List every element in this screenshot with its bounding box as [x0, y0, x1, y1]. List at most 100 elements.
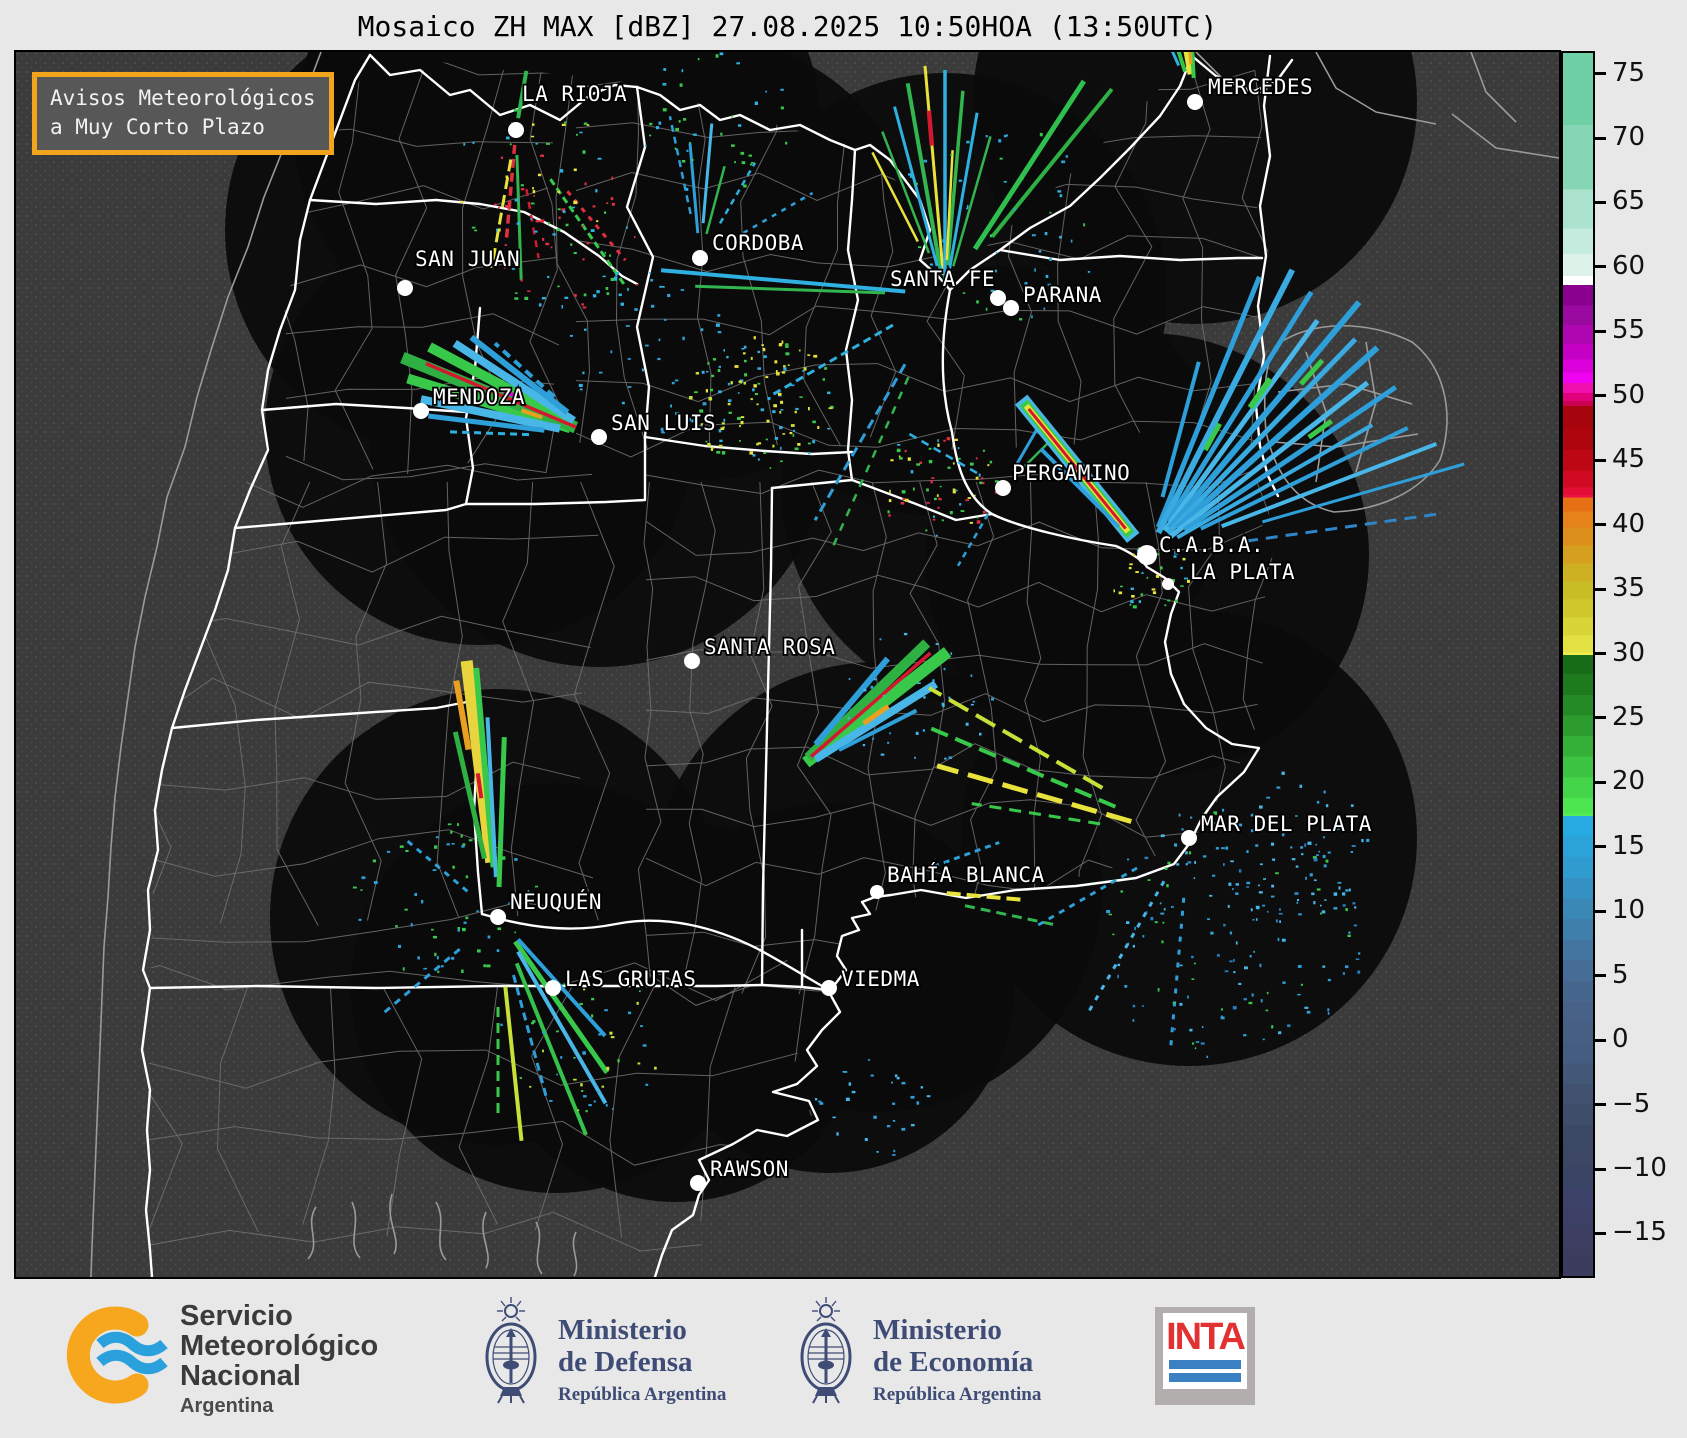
colorbar-tick-label: 10	[1612, 895, 1646, 926]
colorbar-tick	[1595, 1103, 1606, 1107]
smn-line4: Argentina	[180, 1395, 274, 1418]
city-dot	[591, 429, 607, 445]
city-label: PARANA	[1023, 283, 1102, 307]
colorbar-tick-label: 45	[1612, 444, 1646, 475]
city-label: PERGAMINO	[1012, 461, 1130, 485]
city-label: LAS GRUTAS	[565, 967, 696, 991]
colorbar-tick	[1595, 974, 1606, 978]
colorbar-tick-label: 5	[1612, 959, 1629, 990]
colorbar-tick-label: 25	[1612, 701, 1646, 732]
colorbar-tick-label: 40	[1612, 508, 1646, 539]
smn-logo-text: Servicio Meteorológico Nacional Argentin…	[180, 1301, 378, 1418]
city-label: MENDOZA	[433, 385, 525, 409]
colorbar-tick	[1595, 72, 1606, 76]
colorbar-tick-label: −5	[1612, 1088, 1651, 1119]
city-dot	[413, 403, 429, 419]
city-dot	[684, 653, 700, 669]
colorbar-tick-label: 30	[1612, 637, 1646, 668]
city-dot	[1003, 300, 1019, 316]
colorbar-tick	[1595, 458, 1606, 462]
city-dot	[545, 980, 561, 996]
city-label: SAN LUIS	[611, 411, 716, 435]
colorbar-tick-label: 15	[1612, 830, 1646, 861]
city-label: SANTA FE	[890, 267, 995, 291]
city-dot	[508, 122, 524, 138]
colorbar-tick	[1595, 780, 1606, 784]
colorbar-tick	[1595, 587, 1606, 591]
colorbar-tick-label: 50	[1612, 379, 1646, 410]
economia-line1: Ministerio	[873, 1314, 1002, 1346]
inta-label: INTA	[1166, 1316, 1246, 1358]
colorbar-tick	[1595, 845, 1606, 849]
colorbar-tick	[1595, 523, 1606, 527]
city-dot	[1187, 94, 1203, 110]
colorbar-tick-label: 60	[1612, 250, 1646, 281]
colorbar-tick	[1595, 329, 1606, 333]
city-dot	[1162, 578, 1174, 590]
colorbar-tick	[1595, 909, 1606, 913]
city-label: CORDOBA	[712, 231, 804, 255]
colorbar-tick	[1595, 394, 1606, 398]
colorbar-tick-label: 20	[1612, 766, 1646, 797]
warning-badge: Avisos Meteorológicos a Muy Corto Plazo	[32, 72, 334, 155]
city-label: SAN JUAN	[415, 247, 520, 271]
city-label: BAHÍA BLANCA	[887, 862, 1045, 887]
smn-logo-icon	[56, 1300, 174, 1412]
colorbar-tick-label: 35	[1612, 573, 1646, 604]
dbz-colorbar	[1561, 51, 1595, 1278]
inta-logo: INTA	[1155, 1307, 1255, 1405]
city-label: NEUQUÉN	[510, 889, 602, 914]
city-dot	[821, 980, 837, 996]
city-label: MAR DEL PLATA	[1201, 812, 1372, 836]
city-label: RAWSON	[710, 1157, 789, 1181]
colorbar-tick-label: 70	[1612, 122, 1646, 153]
footer: Servicio Meteorológico Nacional Argentin…	[0, 1279, 1687, 1438]
map-title: Mosaico ZH MAX [dBZ] 27.08.2025 10:50HOA…	[357, 10, 1218, 43]
radar-map: MERCEDES LA RIOJA SAN JUAN CORDOBA SANTA FE P…	[14, 50, 1561, 1279]
smn-line2: Meteorológico	[180, 1330, 379, 1363]
defensa-line2: de Defensa	[558, 1345, 693, 1378]
economia-sub: República Argentina	[873, 1383, 1042, 1405]
colorbar-tick	[1595, 136, 1606, 140]
colorbar-tick	[1595, 1231, 1606, 1235]
inta-bar-top	[1169, 1360, 1241, 1369]
colorbar-tick	[1595, 1167, 1606, 1171]
city-dot	[692, 250, 708, 266]
colorbar-tick-label: 65	[1612, 186, 1646, 217]
colorbar-tick-label: −10	[1612, 1153, 1667, 1184]
colorbar-tick	[1595, 652, 1606, 656]
inta-bar-bottom	[1169, 1373, 1241, 1382]
coat-of-arms-icon	[480, 1293, 542, 1409]
warning-badge-line1: Avisos Meteorológicos	[50, 86, 316, 110]
city-label: LA RIOJA	[522, 82, 627, 106]
city-dot	[1137, 545, 1157, 565]
city-label: SANTA ROSA	[704, 635, 835, 659]
radar-map-canvas: MERCEDES LA RIOJA SAN JUAN CORDOBA SANTA FE P…	[16, 52, 1559, 1277]
coat-of-arms-icon	[795, 1293, 857, 1409]
radar-mosaic-page: { "title": "Mosaico ZH MAX [dBZ] 27.08.2…	[0, 0, 1687, 1438]
colorbar-tick-label: 75	[1612, 57, 1646, 88]
city-label: LA PLATA	[1190, 560, 1295, 584]
economia-line2: de Economía	[873, 1345, 1034, 1378]
city-dot	[870, 885, 884, 899]
city-dot	[397, 280, 413, 296]
city-dot	[990, 290, 1006, 306]
city-dot	[995, 480, 1011, 496]
city-label: MERCEDES	[1208, 75, 1313, 99]
colorbar-tick	[1595, 265, 1606, 269]
smn-line3: Nacional	[180, 1360, 301, 1393]
colorbar-tick	[1595, 716, 1606, 720]
defensa-line1: Ministerio	[558, 1314, 687, 1346]
colorbar-tick-label: 55	[1612, 315, 1646, 346]
city-dot	[490, 909, 506, 925]
city-dot	[690, 1175, 706, 1191]
city-label: C.A.B.A.	[1159, 533, 1264, 557]
warning-badge-line2: a Muy Corto Plazo	[50, 115, 265, 140]
colorbar-tick-label: −15	[1612, 1217, 1667, 1248]
defensa-sub: República Argentina	[558, 1383, 727, 1405]
colorbar-tick	[1595, 1038, 1606, 1042]
colorbar-tick	[1595, 200, 1606, 204]
smn-line1: Servicio	[180, 1300, 293, 1332]
colorbar-tick-label: 0	[1612, 1024, 1629, 1055]
city-label: VIEDMA	[841, 967, 920, 991]
